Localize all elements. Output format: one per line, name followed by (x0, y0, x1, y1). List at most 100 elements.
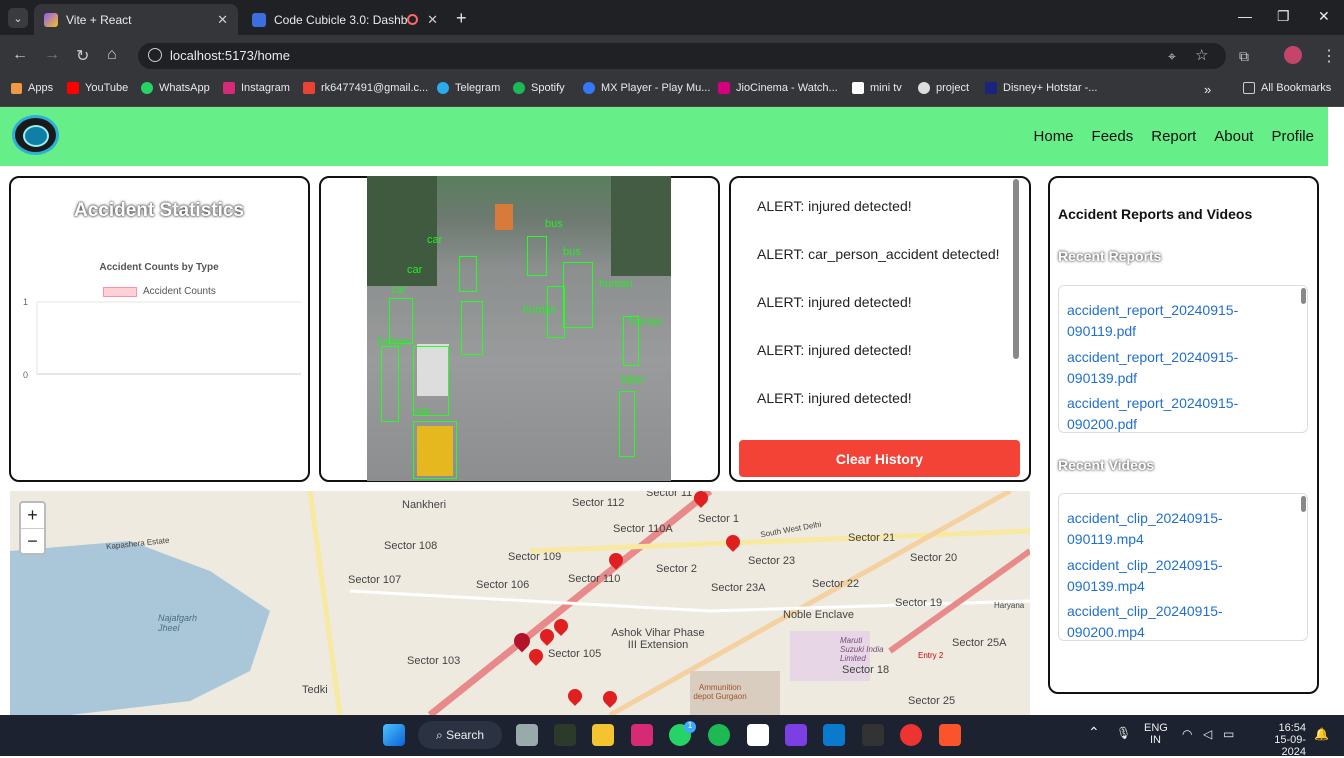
notion-icon[interactable] (747, 724, 769, 746)
map-label: Sector 11 (646, 491, 693, 499)
bbox (413, 421, 457, 479)
nav-report[interactable]: Report (1151, 128, 1196, 145)
recent-videos-heading: Recent Videos (1058, 457, 1155, 473)
more-bookmarks-icon[interactable]: » (1204, 82, 1211, 97)
tab-search-chevron-icon[interactable]: ⌄ (8, 8, 28, 28)
alerts-scrollbar[interactable] (1013, 179, 1019, 359)
forward-icon[interactable]: → (44, 46, 60, 64)
mx-player-icon (583, 82, 595, 94)
minimize-icon[interactable]: — (1238, 8, 1252, 24)
billboard (495, 204, 513, 230)
microphone-icon[interactable]: 🎙 (1116, 726, 1131, 740)
back-icon[interactable]: ← (12, 46, 28, 64)
wifi-icon[interactable]: ◠ (1182, 727, 1192, 741)
reports-scrollbar[interactable] (1301, 288, 1306, 304)
url-field[interactable]: localhost:5173/home (138, 43, 1226, 69)
vscode-icon[interactable] (823, 724, 845, 746)
bookmark-spotify[interactable]: Spotify (513, 82, 565, 94)
volume-icon[interactable]: ◁ (1203, 727, 1212, 741)
zoom-out-button[interactable]: − (21, 529, 44, 555)
all-bookmarks[interactable]: All Bookmarks (1243, 82, 1331, 94)
zoom-in-button[interactable]: + (21, 503, 44, 529)
brave-icon[interactable] (939, 724, 961, 746)
language-indicator[interactable]: ENG IN (1144, 722, 1168, 746)
videos-list: accident_clip_20240915-090119.mp4 accide… (1058, 493, 1308, 641)
tree-left (367, 176, 437, 286)
windows-start-icon[interactable] (383, 724, 405, 746)
bookmark-hotstar[interactable]: Disney+ Hotstar -... (985, 82, 1097, 94)
close-window-icon[interactable]: ✕ (1318, 8, 1330, 25)
url-text: localhost:5173/home (170, 48, 290, 63)
instagram-app-icon[interactable] (631, 724, 653, 746)
videos-scrollbar[interactable] (1301, 496, 1306, 512)
nav-profile[interactable]: Profile (1271, 128, 1314, 145)
bookmark-star-icon[interactable]: ☆ (1195, 46, 1208, 64)
clock[interactable]: 16:54 15-09-2024 (1252, 722, 1306, 758)
file-explorer-icon[interactable] (592, 724, 614, 746)
report-link[interactable]: accident_report_20240915-090119.pdf (1067, 300, 1267, 342)
report-link[interactable]: accident_report_20240915-090200.pdf (1067, 393, 1267, 432)
detection-label: bus (545, 218, 563, 230)
map-label: Sector 22 (812, 578, 860, 590)
extensions-icon[interactable]: ⧉ (1239, 48, 1249, 65)
chrome-icon[interactable] (900, 724, 922, 746)
bookmark-project[interactable]: project (918, 82, 969, 94)
nvidia-icon[interactable] (554, 724, 576, 746)
bookmark-jiocinema[interactable]: JioCinema - Watch... (718, 82, 838, 94)
bookmark-youtube[interactable]: YouTube (67, 82, 128, 94)
spotify-app-icon[interactable] (708, 724, 730, 746)
reload-icon[interactable]: ↻ (76, 46, 89, 66)
bookmark-whatsapp[interactable]: WhatsApp (141, 82, 210, 94)
bookmark-mx-player[interactable]: MX Player - Play Mu... (583, 82, 710, 94)
bookmark-mini-tv[interactable]: mini tv (852, 82, 902, 94)
recording-icon (407, 14, 418, 25)
nav-about[interactable]: About (1214, 128, 1253, 145)
video-link[interactable]: accident_clip_20240915-090200.mp4 (1067, 601, 1267, 640)
statistics-title: Accident Statistics (74, 200, 244, 221)
app-logo[interactable] (12, 115, 59, 155)
menu-icon[interactable]: ⋮ (1321, 46, 1337, 66)
terminal-icon[interactable] (862, 724, 884, 746)
detection-video-feed[interactable]: bus car human biker car car human human … (367, 176, 671, 481)
map-label: Ashok Vihar Phase III Extension (611, 627, 705, 651)
video-link[interactable]: accident_clip_20240915-090139.mp4 (1067, 555, 1267, 597)
clear-history-button[interactable]: Clear History (739, 440, 1020, 477)
spotify-icon (513, 82, 525, 94)
notification-badge: 1 (684, 721, 696, 733)
recent-reports-heading: Recent Reports (1058, 248, 1162, 264)
task-view-icon[interactable] (516, 724, 538, 746)
jetbrains-icon[interactable] (785, 724, 807, 746)
tray-chevron-icon[interactable]: ⌃ (1088, 724, 1100, 741)
map-label: Sector 2 (656, 563, 697, 575)
new-tab-icon[interactable]: + (456, 8, 467, 29)
location-icon[interactable]: ⌖ (1168, 48, 1176, 65)
taskbar-search[interactable]: ⌕ Search (418, 721, 502, 749)
map-label: Sector 23 (748, 555, 796, 567)
home-icon[interactable]: ⌂ (107, 46, 117, 64)
bookmark-apps[interactable]: Apps (11, 82, 53, 94)
bookmark-instagram[interactable]: Instagram (223, 82, 290, 94)
road (307, 491, 343, 715)
accident-map[interactable]: Nankheri Sector 112 Sector 11 Sector 110… (10, 491, 1030, 715)
tab-vite-react[interactable]: Vite + React ✕ (34, 4, 238, 35)
bookmark-telegram[interactable]: Telegram (437, 82, 500, 94)
nav-feeds[interactable]: Feeds (1092, 128, 1134, 145)
report-link[interactable]: accident_report_20240915-090139.pdf (1067, 347, 1267, 389)
video-link[interactable]: accident_clip_20240915-090119.mp4 (1067, 508, 1267, 550)
map-label: Sector 20 (910, 552, 958, 564)
nav-home[interactable]: Home (1034, 128, 1074, 145)
tab-code-cubicle[interactable]: Code Cubicle 3.0: Dashboar ✕ (242, 4, 448, 35)
profile-avatar[interactable] (1284, 46, 1302, 64)
site-info-icon[interactable] (148, 48, 162, 62)
tab-close-icon[interactable]: ✕ (427, 12, 438, 28)
map-label: Haryana (994, 601, 1025, 610)
battery-icon[interactable]: ▭ (1223, 727, 1234, 741)
youtube-icon (67, 82, 79, 94)
notification-bell-icon[interactable]: 🔔 (1314, 727, 1329, 741)
maximize-icon[interactable]: ❐ (1277, 8, 1290, 25)
tab-close-icon[interactable]: ✕ (217, 12, 228, 28)
alerts-panel (729, 176, 1031, 482)
bookmark-gmail[interactable]: rk6477491@gmail.c... (303, 82, 428, 94)
bbox (527, 236, 547, 276)
map-label: Sector 112 (572, 497, 625, 509)
